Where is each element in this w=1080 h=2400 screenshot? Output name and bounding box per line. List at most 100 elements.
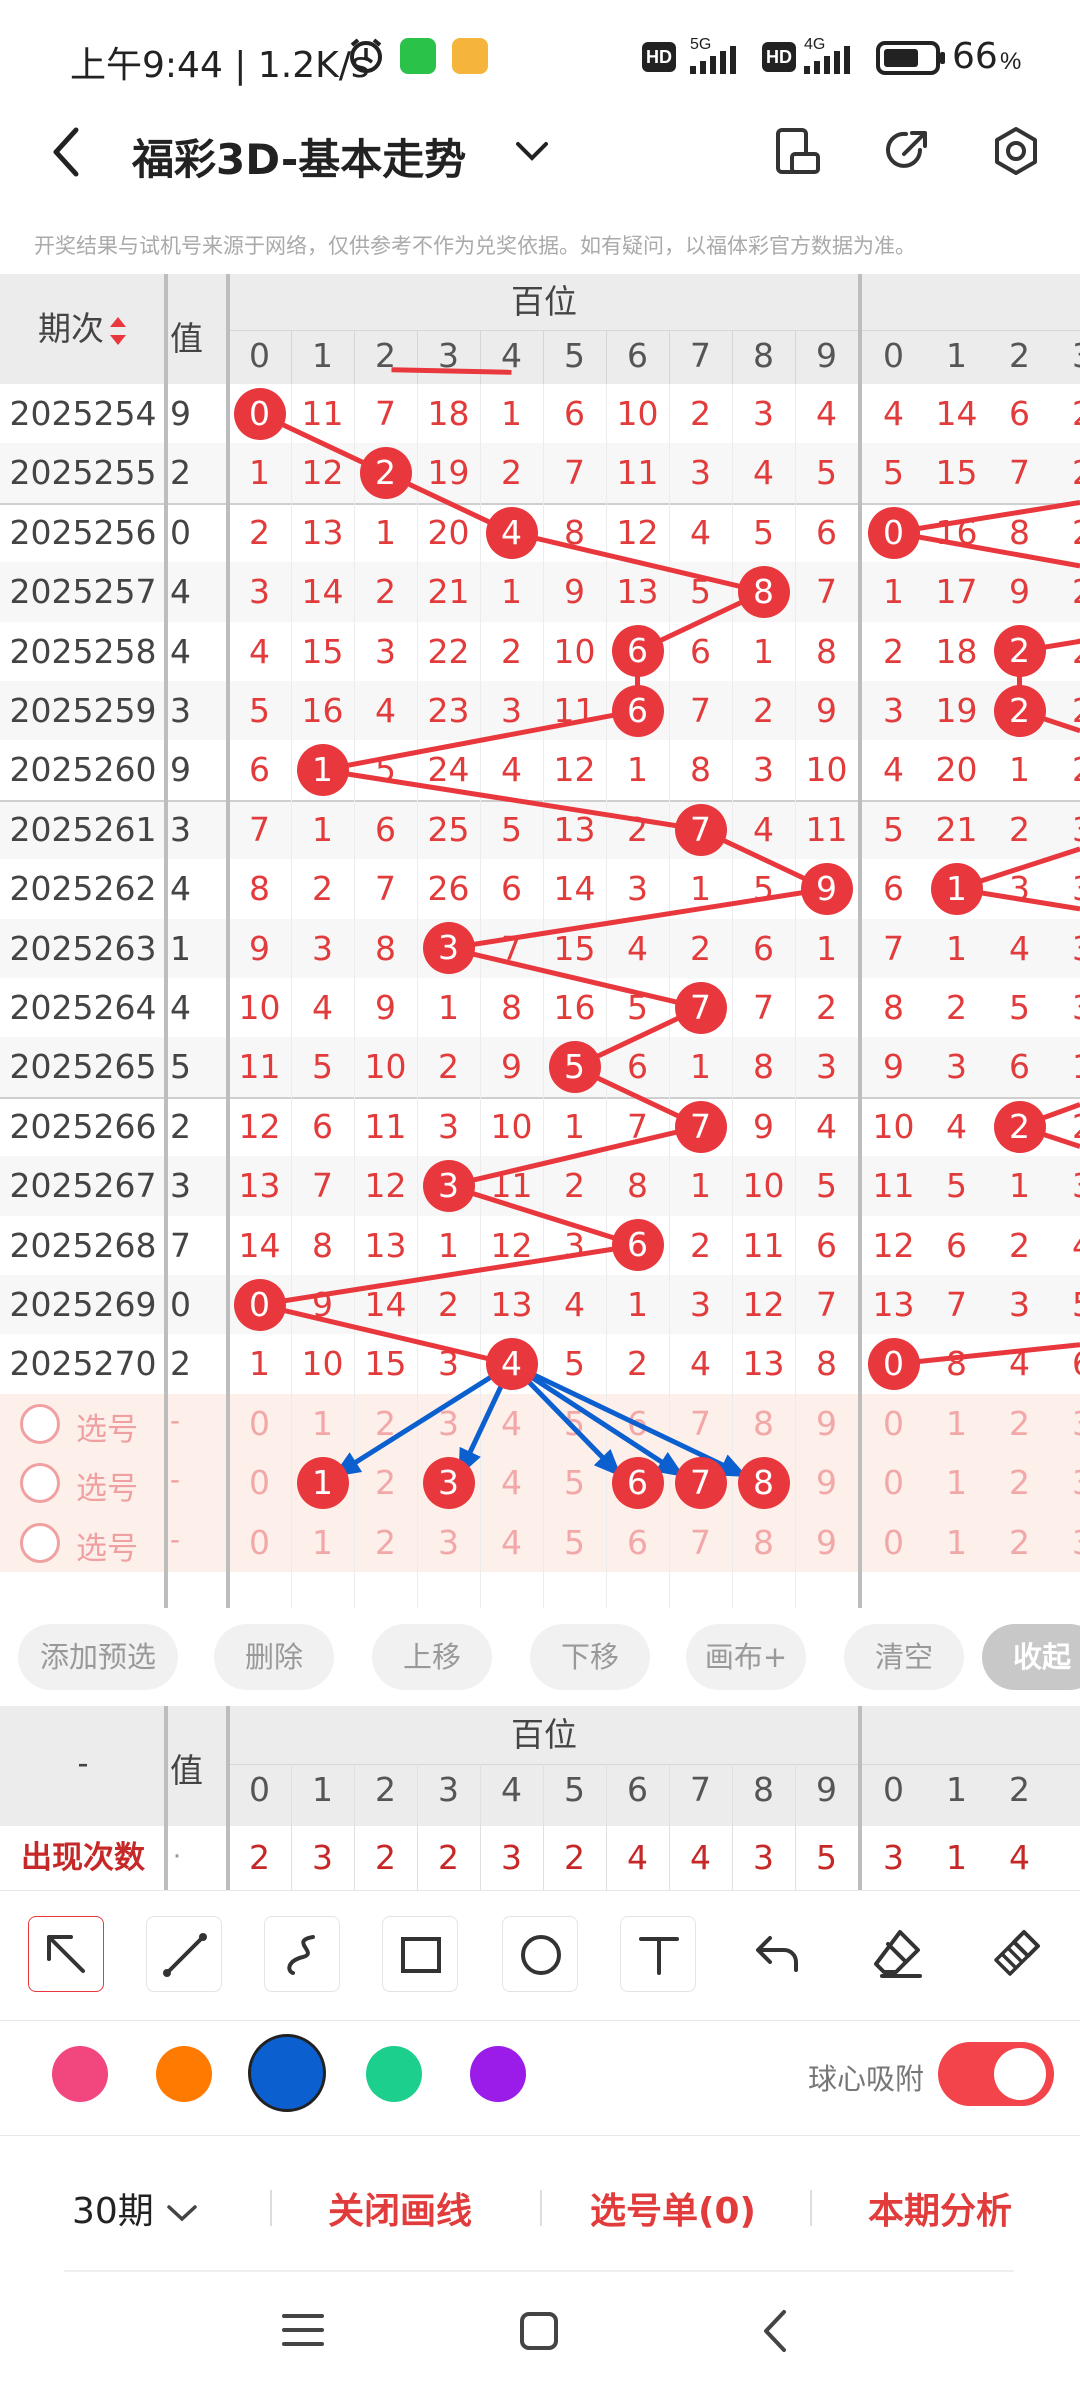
line-tool-icon bbox=[163, 1933, 207, 1977]
trend-line-hundreds bbox=[258, 411, 835, 1367]
color-swatch-orange[interactable] bbox=[156, 2046, 212, 2102]
stats-count-cell: 2 bbox=[438, 1838, 459, 1877]
trend-lines-canvas[interactable] bbox=[0, 274, 1080, 1608]
stats-count-cell: 2 bbox=[375, 1838, 396, 1877]
draw-ball-2[interactable]: 0 bbox=[867, 506, 920, 559]
settings-icon[interactable] bbox=[988, 124, 1044, 180]
curve-tool-icon bbox=[287, 1935, 315, 1975]
page-title[interactable]: 福彩3D-基本走势 bbox=[132, 126, 466, 187]
text-tool[interactable] bbox=[620, 1916, 696, 1992]
battery-icon bbox=[876, 41, 945, 75]
home-nav-icon[interactable] bbox=[518, 2310, 560, 2352]
draw-ball-2[interactable]: 2 bbox=[993, 625, 1046, 678]
line-tool[interactable] bbox=[146, 1916, 222, 1992]
draw-ball-2[interactable]: 2 bbox=[993, 684, 1046, 737]
snap-toggle-knob bbox=[994, 2048, 1046, 2100]
stats-row-label: 出现次数 bbox=[21, 1840, 145, 1875]
draw-ball[interactable]: 6 bbox=[611, 625, 664, 678]
stats-digit-header: 0 bbox=[249, 1770, 270, 1809]
draw-ball[interactable]: 1 bbox=[296, 744, 349, 797]
arrow-tool-icon bbox=[47, 1935, 85, 1973]
period-analysis-link[interactable]: 本期分析 bbox=[868, 2182, 1012, 2234]
picked-ball[interactable]: 3 bbox=[422, 1456, 475, 1509]
clear-brush-icon[interactable] bbox=[988, 1926, 1044, 1982]
pick-list-link[interactable]: 选号单(0) bbox=[590, 2182, 756, 2234]
text-tool-icon bbox=[639, 1937, 679, 1975]
stats-digit-header-2: 2 bbox=[1009, 1770, 1030, 1809]
disclaimer-notice: 开奖结果与试机号来源于网络，仅供参考不作为兑奖依据。如有疑问，以福体彩官方数据为… bbox=[34, 234, 916, 258]
stats-digit-header-2: 1 bbox=[946, 1770, 967, 1809]
stats-count-cell: 4 bbox=[627, 1838, 648, 1877]
trend-line-tens-a bbox=[893, 500, 1080, 569]
snap-toggle[interactable] bbox=[938, 2042, 1054, 2106]
period-select[interactable]: 30期 bbox=[72, 2182, 199, 2234]
stats-digit-header: 4 bbox=[501, 1770, 522, 1809]
rectangle-tool[interactable] bbox=[382, 1916, 458, 1992]
back-icon[interactable] bbox=[46, 124, 86, 180]
draw-ball[interactable]: 0 bbox=[233, 387, 286, 440]
move-up-button[interactable]: 上移 bbox=[372, 1624, 492, 1690]
draw-ball[interactable]: 8 bbox=[737, 565, 790, 618]
battery-level: 66 bbox=[952, 36, 998, 77]
draw-ball[interactable]: 4 bbox=[485, 506, 538, 559]
picked-ball[interactable]: 7 bbox=[674, 1456, 727, 1509]
stats-table: - 值 百位 0 1 2 3 4 5 6 7 8 9 0 1 2 出现次数 · 2 3 2 2 3 2 4 4 3 5 3 1… bbox=[0, 1706, 1080, 1890]
share-icon[interactable] bbox=[880, 124, 932, 180]
draw-ball[interactable]: 7 bbox=[674, 803, 727, 856]
add-preselect-button[interactable]: 添加预选 bbox=[18, 1624, 178, 1690]
circle-tool[interactable] bbox=[502, 1916, 578, 1992]
canvas-plus-button[interactable]: 画布+ bbox=[686, 1624, 806, 1690]
back-nav-icon[interactable] bbox=[760, 2308, 790, 2354]
stats-count-cell: 2 bbox=[249, 1838, 270, 1877]
draw-ball[interactable]: 9 bbox=[800, 862, 853, 915]
notes-icon bbox=[452, 38, 488, 74]
menu-nav-icon[interactable] bbox=[280, 2310, 326, 2350]
eraser-icon[interactable] bbox=[870, 1926, 926, 1982]
draw-ball[interactable]: 6 bbox=[611, 684, 664, 737]
snap-label: 球心吸附 bbox=[808, 2062, 925, 2096]
clear-button[interactable]: 清空 bbox=[844, 1624, 964, 1690]
picked-ball[interactable]: 8 bbox=[737, 1456, 790, 1509]
color-swatch-green[interactable] bbox=[366, 2046, 422, 2102]
draw-ball[interactable]: 3 bbox=[422, 1159, 475, 1212]
rectangle-tool-icon bbox=[401, 1937, 441, 1973]
draw-ball-2[interactable]: 2 bbox=[993, 1100, 1046, 1153]
stats-digit-header: 8 bbox=[753, 1770, 774, 1809]
color-swatch-purple[interactable] bbox=[470, 2046, 526, 2102]
draw-ball[interactable]: 4 bbox=[485, 1338, 538, 1391]
draw-ball[interactable]: 0 bbox=[233, 1278, 286, 1331]
stats-digit-header: 7 bbox=[690, 1770, 711, 1809]
move-down-button[interactable]: 下移 bbox=[530, 1624, 650, 1690]
draw-ball[interactable]: 5 bbox=[548, 1041, 601, 1094]
draw-ball[interactable]: 7 bbox=[674, 981, 727, 1034]
alarm-icon bbox=[350, 38, 382, 73]
draw-ball-2[interactable]: 1 bbox=[930, 862, 983, 915]
stats-count-cell-2: 3 bbox=[883, 1838, 904, 1877]
stats-count-cell: 3 bbox=[753, 1838, 774, 1877]
picked-ball[interactable]: 1 bbox=[296, 1456, 349, 1509]
color-swatch-pink[interactable] bbox=[52, 2046, 108, 2102]
status-bar: 上午9:44 | 1.2K/s HD 5G HD 4G 66 % bbox=[0, 0, 1080, 118]
arrow-tool[interactable] bbox=[28, 1916, 104, 1992]
screen-rotate-icon[interactable] bbox=[772, 124, 822, 180]
stats-digit-header: 5 bbox=[564, 1770, 585, 1809]
battery-percent: % bbox=[1000, 48, 1022, 75]
stats-digit-header: 9 bbox=[816, 1770, 837, 1809]
collapse-button[interactable]: 收起 bbox=[982, 1624, 1080, 1690]
draw-ball[interactable]: 2 bbox=[359, 447, 412, 500]
draw-ball[interactable]: 7 bbox=[674, 1100, 727, 1153]
delete-button[interactable]: 删除 bbox=[214, 1624, 334, 1690]
draw-ball[interactable]: 6 bbox=[611, 1219, 664, 1272]
stats-count-cell-2: 4 bbox=[1009, 1838, 1030, 1877]
curve-tool[interactable] bbox=[264, 1916, 340, 1992]
chevron-down-icon[interactable] bbox=[514, 136, 550, 166]
color-swatch-blue[interactable] bbox=[248, 2034, 326, 2112]
stats-digit-header: 6 bbox=[627, 1770, 648, 1809]
picked-ball[interactable]: 6 bbox=[611, 1456, 664, 1509]
undo-icon[interactable] bbox=[752, 1928, 804, 1980]
app-root: { "status":{"time":"上午9:44 | 1.2K/s","ba… bbox=[0, 0, 1080, 2400]
trend-table[interactable]: 期次 值 百位 01234567890123 20252549117181610… bbox=[0, 274, 1080, 1608]
draw-ball-2[interactable]: 0 bbox=[867, 1338, 920, 1391]
draw-ball[interactable]: 3 bbox=[422, 922, 475, 975]
close-draw-link[interactable]: 关闭画线 bbox=[328, 2182, 472, 2234]
